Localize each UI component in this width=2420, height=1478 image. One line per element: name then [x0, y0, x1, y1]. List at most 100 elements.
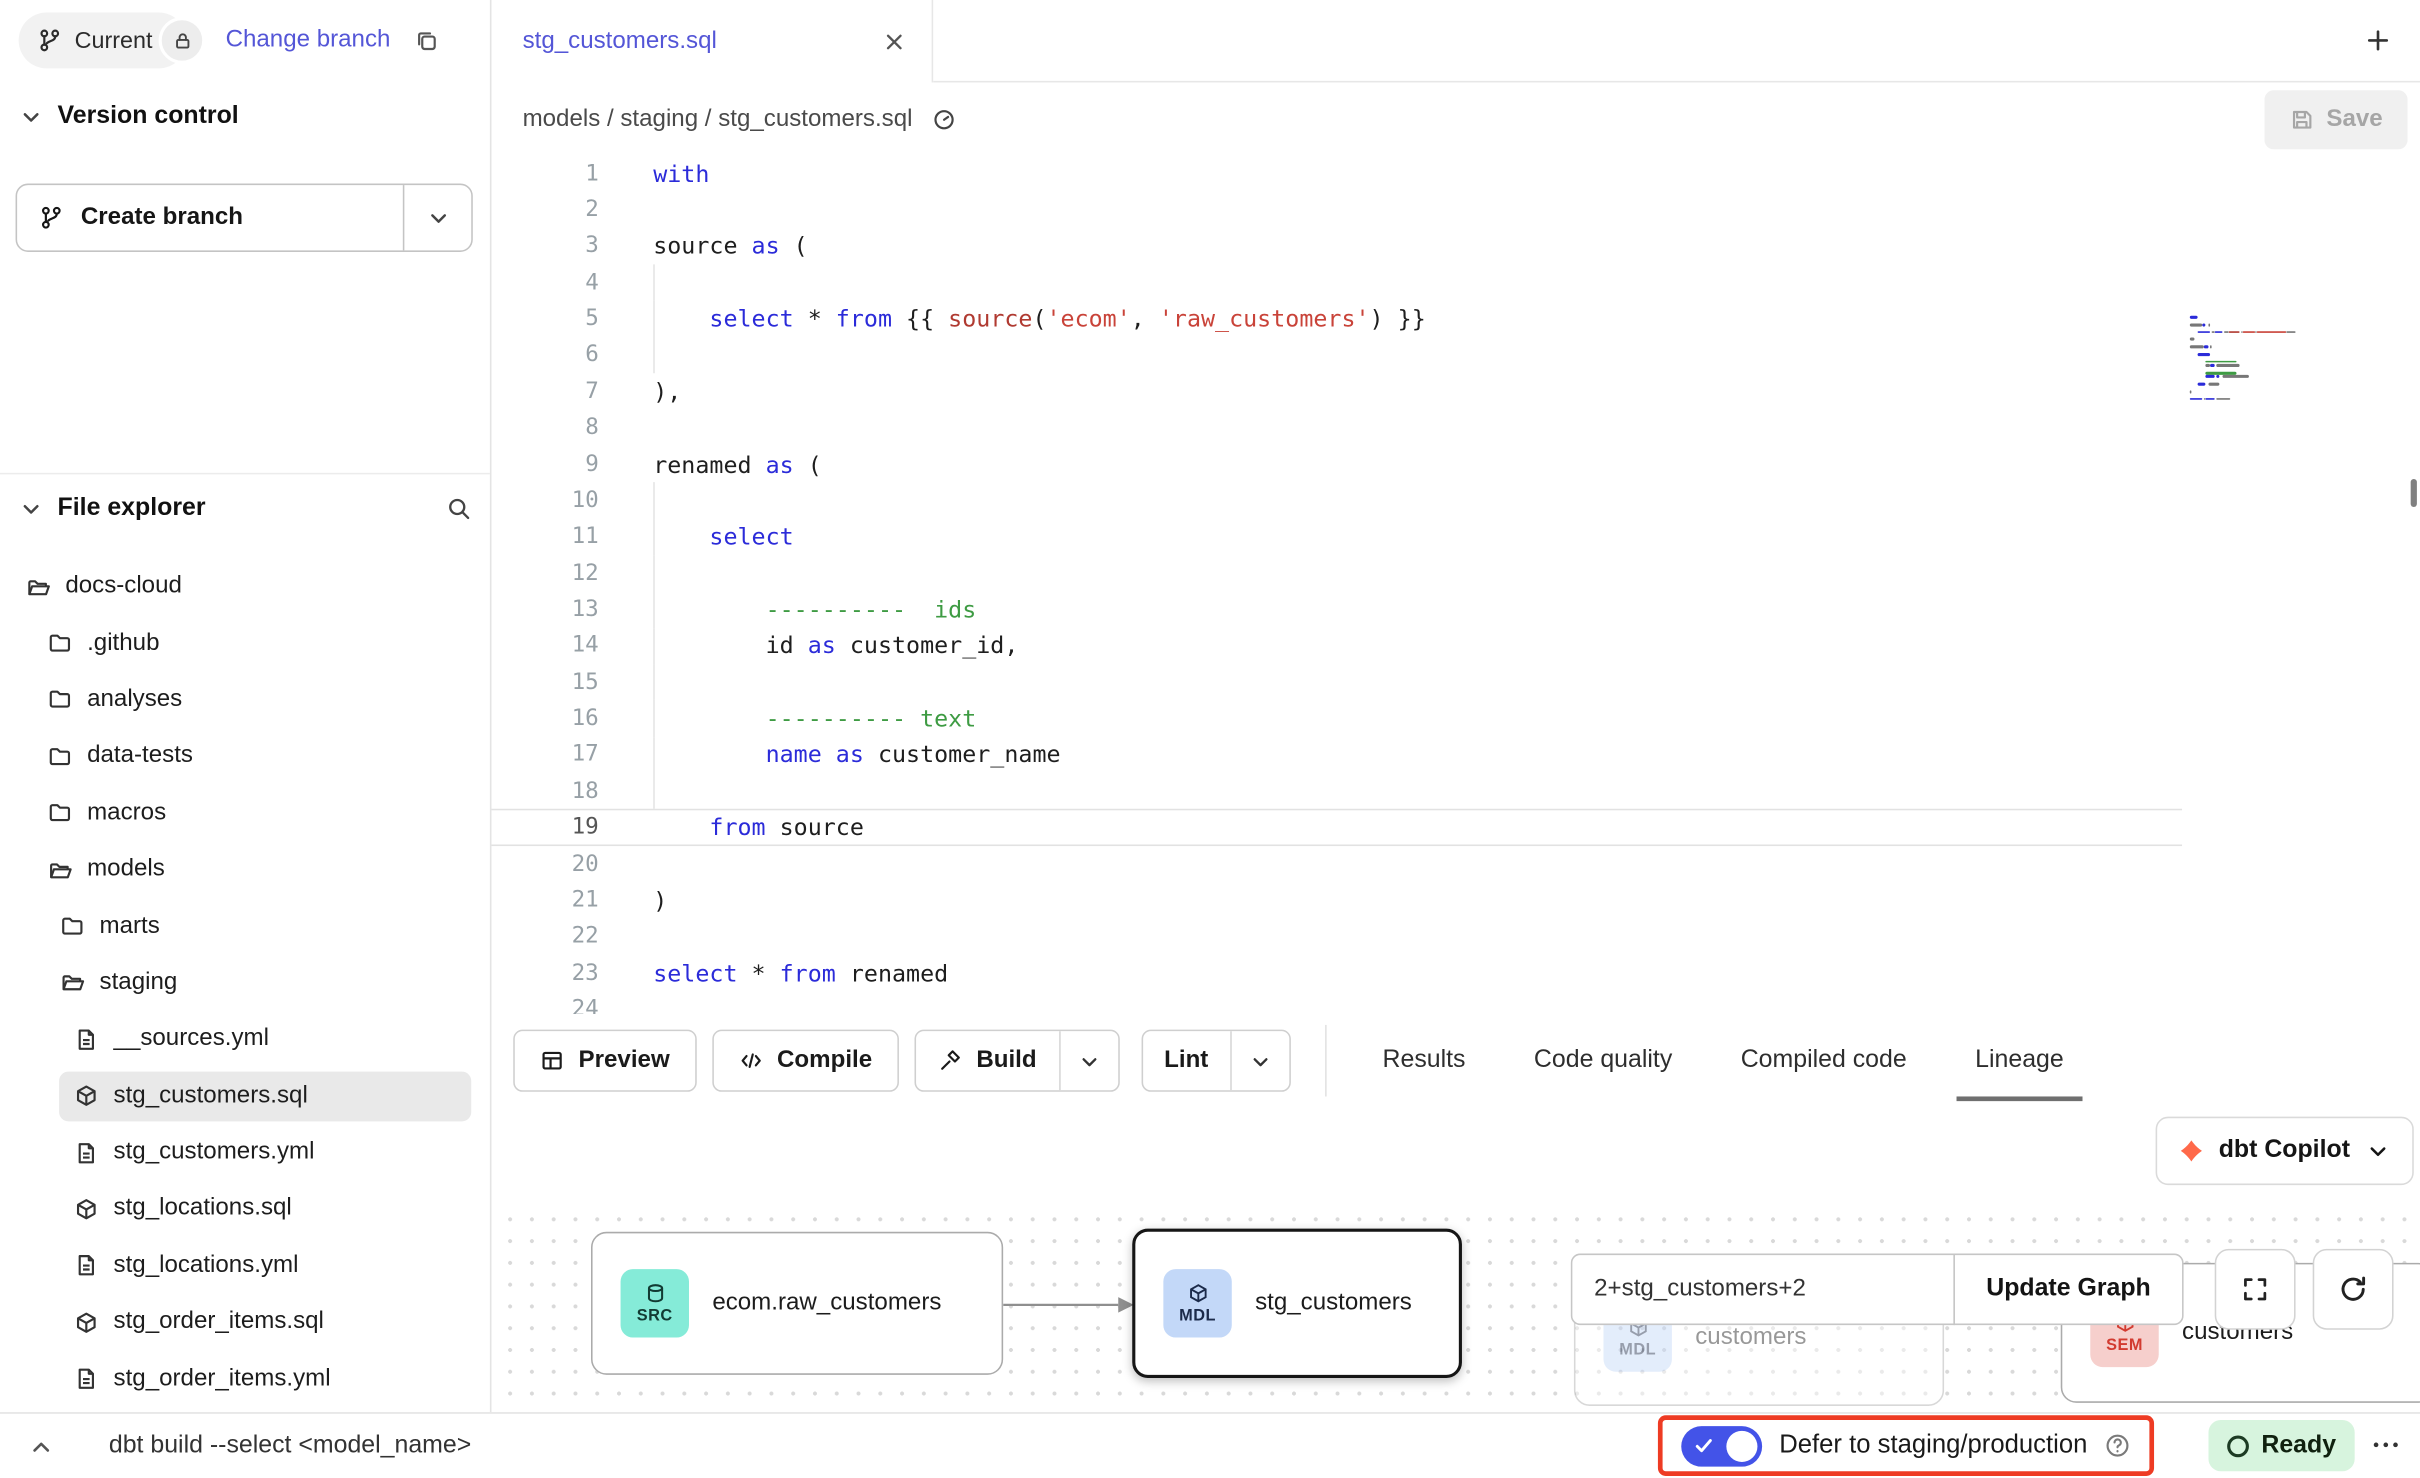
lint-dropdown[interactable]	[1230, 1031, 1289, 1090]
code-icon	[738, 1048, 763, 1073]
code-text: name as customer_name	[653, 737, 1060, 773]
tab-compiled-code[interactable]: Compiled code	[1741, 1047, 1907, 1075]
save-label: Save	[2326, 105, 2382, 133]
file-tree-item[interactable]: __sources.yml	[0, 1011, 490, 1068]
code-text: with	[653, 156, 709, 192]
breadcrumb-row: models / staging / stg_customers.sql Sav…	[491, 82, 2420, 155]
close-icon[interactable]	[882, 29, 907, 54]
node-label: stg_customers	[1255, 1289, 1412, 1317]
compile-button[interactable]: Compile	[712, 1030, 899, 1092]
file-tree-item[interactable]: .github	[0, 615, 490, 672]
code-text: source as (	[653, 228, 808, 264]
line-number: 22	[491, 924, 598, 949]
model-icon	[73, 1309, 99, 1335]
file-tree-item[interactable]: stg_customers.sql	[0, 1068, 490, 1125]
file-tree-item[interactable]: marts	[0, 898, 490, 955]
save-button[interactable]: Save	[2264, 89, 2407, 148]
lineage-selector-input[interactable]: 2+stg_customers+2	[1571, 1254, 1955, 1326]
search-icon[interactable]	[446, 496, 471, 521]
lineage-canvas[interactable]: SRC ecom.raw_customers MDL stg_customers…	[491, 1201, 2420, 1413]
tab-results[interactable]: Results	[1383, 1047, 1466, 1075]
line-number: 1	[491, 161, 598, 186]
folder-open-icon	[25, 573, 51, 599]
ellipsis-menu-button[interactable]	[2355, 1420, 2417, 1470]
folder-icon	[47, 687, 73, 713]
help-icon[interactable]	[2104, 1432, 2130, 1458]
ready-label: Ready	[2261, 1432, 2336, 1460]
preview-button[interactable]: Preview	[513, 1030, 696, 1092]
compile-label: Compile	[777, 1047, 872, 1075]
build-label: Build	[976, 1047, 1036, 1075]
model-icon	[73, 1083, 99, 1109]
file-name: stg_order_items.sql	[114, 1308, 324, 1336]
code-text: )	[653, 882, 667, 918]
lint-button[interactable]: Lint	[1142, 1031, 1230, 1090]
editor-tab-label: stg_customers.sql	[523, 27, 717, 55]
status-ready-badge[interactable]: Ready	[2208, 1420, 2354, 1471]
file-tree-item[interactable]: analyses	[0, 672, 490, 729]
copy-icon[interactable]	[414, 28, 439, 53]
new-tab-button[interactable]	[2352, 14, 2405, 67]
file-tree-item[interactable]: models	[0, 841, 490, 898]
action-bar: Preview Compile Build Lint Results Code q…	[491, 1014, 2420, 1107]
file-tree-item[interactable]: stg_locations.yml	[0, 1238, 490, 1295]
build-split-button: Build	[914, 1030, 1119, 1092]
file-tree-item[interactable]: data-tests	[0, 728, 490, 785]
lineage-edge	[1003, 1291, 1137, 1319]
file-name: docs-cloud	[65, 573, 182, 601]
current-branch-chip[interactable]: Current	[19, 12, 187, 68]
dbt-copilot-button[interactable]: dbt Copilot	[2155, 1117, 2414, 1185]
change-branch-link[interactable]: Change branch	[226, 26, 391, 54]
chevron-up-icon[interactable]	[22, 1428, 59, 1465]
line-number: 8	[491, 416, 598, 441]
create-branch-button[interactable]: Create branch	[16, 184, 473, 252]
refresh-button[interactable]	[2313, 1249, 2394, 1330]
breadcrumb: models / staging / stg_customers.sql	[523, 105, 913, 133]
file-tree-item[interactable]: stg_locations.sql	[0, 1181, 490, 1238]
meter-icon[interactable]	[931, 107, 956, 132]
line-number: 21	[491, 888, 598, 913]
current-branch-label: Current	[75, 27, 153, 53]
file-tree-item[interactable]: staging	[0, 955, 490, 1012]
code-editor[interactable]: 1with23source as (45 select * from {{ so…	[491, 156, 2420, 1015]
folder-open-icon	[47, 856, 73, 882]
minimap[interactable]	[2190, 316, 2321, 405]
lineage-node-source[interactable]: SRC ecom.raw_customers	[591, 1232, 1003, 1375]
line-number: 13	[491, 597, 598, 622]
code-line: 22	[491, 918, 2420, 954]
defer-toggle[interactable]	[1681, 1425, 1762, 1465]
fullscreen-button[interactable]	[2215, 1249, 2296, 1330]
code-line: 15	[491, 664, 2420, 700]
chevron-down-icon	[2366, 1138, 2391, 1163]
create-branch-dropdown[interactable]	[403, 185, 471, 250]
scrollbar-thumb[interactable]	[2411, 479, 2417, 507]
code-line: 14 id as customer_id,	[491, 628, 2420, 664]
lineage-node-model-selected[interactable]: MDL stg_customers	[1132, 1229, 1462, 1378]
update-graph-button[interactable]: Update Graph	[1953, 1254, 2183, 1326]
file-tree-item[interactable]: macros	[0, 785, 490, 842]
editor-tab[interactable]: stg_customers.sql	[491, 0, 933, 82]
tab-code-quality[interactable]: Code quality	[1534, 1047, 1672, 1075]
file-tree-item[interactable]: stg_order_items.sql	[0, 1294, 490, 1351]
code-text: ---------- text	[653, 700, 976, 736]
status-circle-icon	[2227, 1435, 2249, 1457]
tab-lineage[interactable]: Lineage	[1975, 1047, 2064, 1075]
dbt-cloud-ide: Current Change branch Version control Cr…	[0, 0, 2420, 1476]
file-tree-item[interactable]: stg_customers.yml	[0, 1124, 490, 1181]
version-control-header[interactable]: Version control	[19, 103, 239, 131]
file-name: __sources.yml	[114, 1025, 269, 1053]
node-label: customers	[1695, 1324, 1806, 1352]
file-name: stg_locations.sql	[114, 1195, 292, 1223]
code-line: 20	[491, 846, 2420, 882]
build-button[interactable]: Build	[916, 1031, 1059, 1090]
defer-label: Defer to staging/production	[1779, 1431, 2087, 1461]
file-tree-item[interactable]: docs-cloud	[0, 558, 490, 615]
file-explorer-header[interactable]: File explorer	[19, 482, 472, 535]
file-tree-item[interactable]: stg_order_items.yml	[0, 1351, 490, 1408]
chevron-down-icon	[19, 104, 44, 129]
code-area[interactable]: 1with23source as (45 select * from {{ so…	[491, 156, 2420, 1015]
cube-icon	[1186, 1282, 1209, 1305]
code-line: 12	[491, 555, 2420, 591]
code-line: 11 select	[491, 519, 2420, 555]
build-dropdown[interactable]	[1058, 1031, 1117, 1090]
